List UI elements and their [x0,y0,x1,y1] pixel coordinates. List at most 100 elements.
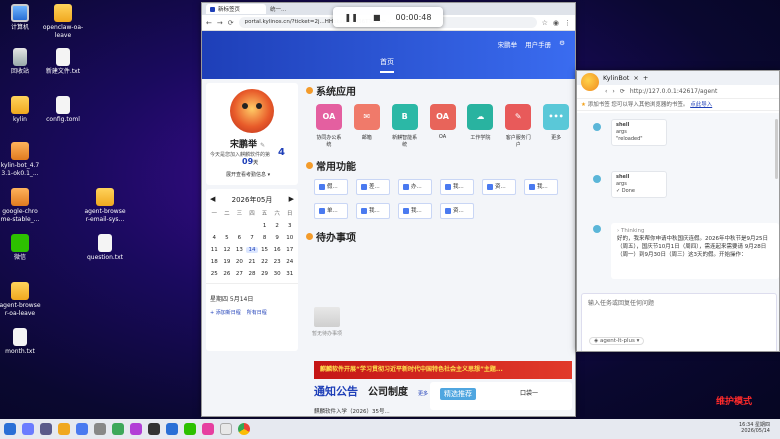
stop-icon[interactable]: ■ [373,13,381,22]
calendar-day[interactable]: 6 [233,235,246,241]
calendar-day[interactable]: 8 [258,235,271,241]
function-shortcut[interactable]: 我... [524,179,558,195]
back-icon[interactable]: ← [206,19,212,27]
calendar-day[interactable]: 4 [208,235,221,241]
function-shortcut[interactable]: 假... [314,179,348,195]
function-shortcut[interactable]: 单... [314,203,348,219]
calendar-day[interactable]: 13 [233,247,246,253]
settings-icon[interactable]: ⚙ [559,39,565,49]
calendar-day[interactable]: 25 [208,271,221,277]
pause-icon[interactable]: ❚❚ [345,13,358,22]
desktop-icon-chrome-pkg[interactable]: google-chro me-stable_... [0,188,49,224]
tab-active[interactable]: 新标签页 [206,4,266,14]
expand-attendance-button[interactable]: 展开查看考勤信息 ▾ [226,171,270,178]
calendar-day[interactable]: 19 [221,259,234,265]
back-icon[interactable]: ‹ [605,88,607,95]
start-menu-icon[interactable] [4,423,16,435]
calendar-day[interactable]: 1 [258,223,271,229]
taskbar-app-icon[interactable] [76,423,88,435]
calendar-day[interactable]: 18 [208,259,221,265]
folder-icon[interactable] [58,423,70,435]
app-tile[interactable]: ☁ 工作学院 [465,104,495,148]
new-tab-icon[interactable]: + [643,74,648,82]
next-month-icon[interactable]: ▶ [289,195,294,205]
tab-inactive[interactable]: 统一... [266,4,326,14]
taskbar-app-icon[interactable] [202,423,214,435]
calendar-day[interactable]: 2 [271,223,284,229]
taskbar-app-icon[interactable] [148,423,160,435]
desktop-icon-question[interactable]: question.txt [76,234,134,262]
forward-icon[interactable]: › [612,88,614,95]
calendar-day[interactable]: 16 [271,247,284,253]
calendar-day[interactable]: 24 [283,259,296,265]
calendar-day[interactable]: 3 [283,223,296,229]
user-name[interactable]: 宋鹏举 [498,39,518,49]
desktop-icon-newfile[interactable]: 新建文件.txt [34,48,92,76]
calendar-day[interactable]: 12 [221,247,234,253]
desktop-icon-month[interactable]: month.txt [0,328,49,356]
desktop-icon-openclaw[interactable]: openclaw-oa- leave [34,4,92,40]
calendar-day[interactable]: 27 [233,271,246,277]
app-tile[interactable]: OA 协同办公系统 [314,104,344,148]
desktop-icon-agent-email[interactable]: agent-browse r-email-sys... [76,188,134,224]
taskbar-app-icon[interactable] [22,423,34,435]
desktop-icon-kylinbot-pkg[interactable]: kylin-bot_4.7 3.1-ok0.1_... [0,142,49,178]
nav-home[interactable]: 首页 [380,57,394,73]
calendar-day[interactable]: 23 [271,259,284,265]
wechat-icon[interactable] [184,423,196,435]
calendar-day[interactable]: 31 [283,271,296,277]
app-tile[interactable]: ✉ 邮箱 [352,104,382,148]
kylinbot-url[interactable]: http://127.0.0.1:42617/agent [630,88,717,95]
tab-policy[interactable]: 公司制度 [368,383,408,398]
desktop-icon-config[interactable]: config.toml [34,96,92,124]
calendar-day[interactable]: 30 [271,271,284,277]
forward-icon[interactable]: → [217,19,223,27]
recommend-card[interactable]: 精选推荐 口袋一 [430,382,572,410]
function-shortcut[interactable]: 我... [356,203,390,219]
app-tile[interactable]: B 新麒智能系统 [390,104,420,148]
thinking-toggle[interactable]: › Thinking [617,227,773,235]
reload-icon[interactable]: ⟳ [228,19,234,27]
tool-call-card[interactable]: shell args ✓ Done [611,171,667,198]
add-schedule-button[interactable]: + 添加新日程 [210,309,241,316]
notice-more-link[interactable]: 更多 [418,390,428,397]
close-tab-icon[interactable]: × [633,74,638,82]
reload-icon[interactable]: ⟳ [620,88,625,95]
calendar-day[interactable]: 28 [246,271,259,277]
edit-icon[interactable]: ✎ [260,142,265,149]
calendar-day[interactable]: 10 [283,235,296,241]
calendar-day[interactable]: 15 [258,247,271,253]
function-shortcut[interactable]: 我... [398,203,432,219]
app-tile[interactable]: ✎ 客户服务门户 [503,104,533,148]
profile-icon[interactable]: ◉ [553,19,559,27]
taskbar-app-icon[interactable] [220,423,232,435]
calendar-day[interactable]: 11 [208,247,221,253]
tool-call-card[interactable]: shell args "reloaded" [611,119,667,146]
calendar-day[interactable]: 14 [245,247,259,253]
desktop-icon-agent-oa[interactable]: agent-browse r-oa-leave [0,282,49,318]
calendar-day[interactable]: 7 [246,235,259,241]
calendar-day[interactable]: 5 [221,235,234,241]
agent-selector[interactable]: ◈ agent-lt-plus ▾ [589,337,645,345]
function-shortcut[interactable]: 资... [440,203,474,219]
app-tile[interactable]: OA OA [428,104,458,148]
chat-scrollbar[interactable] [775,119,778,179]
star-icon[interactable]: ☆ [542,19,548,27]
prev-month-icon[interactable]: ◀ [210,195,215,205]
function-shortcut[interactable]: 我... [440,179,474,195]
calendar-day[interactable]: 22 [258,259,271,265]
calendar-day[interactable]: 17 [283,247,296,253]
taskbar-app-icon[interactable] [94,423,106,435]
tab-notice[interactable]: 通知公告 [314,383,358,399]
user-manual-link[interactable]: 用户手册 [525,39,551,49]
system-clock[interactable]: 16:34 星期四 2026/05/14 [739,422,770,434]
all-schedule-button[interactable]: 所有日程 [247,309,267,316]
calendar-day[interactable]: 21 [246,259,259,265]
desktop-icon-wechat[interactable]: 微信 [0,234,49,262]
chrome-icon[interactable] [238,423,250,435]
taskbar-app-icon[interactable] [40,423,52,435]
calendar-day[interactable]: 20 [233,259,246,265]
calendar-day[interactable]: 9 [271,235,284,241]
calendar-day[interactable]: 26 [221,271,234,277]
taskbar-app-icon[interactable] [112,423,124,435]
